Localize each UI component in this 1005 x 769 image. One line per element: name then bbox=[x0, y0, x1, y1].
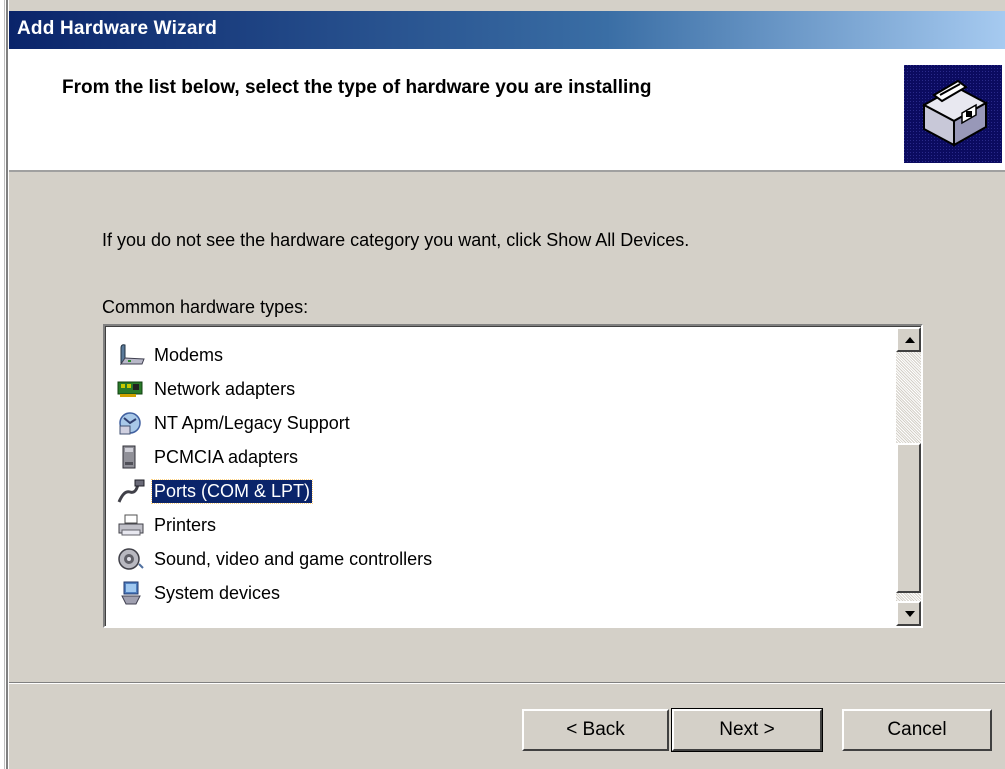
hardware-type-list[interactable]: Modems Network adapters NT Apm/Legacy Su… bbox=[103, 324, 923, 628]
window-left-edge bbox=[0, 0, 9, 769]
list-item-system-devices[interactable]: System devices bbox=[116, 576, 434, 610]
network-adapter-icon bbox=[117, 381, 143, 397]
modem-icon bbox=[120, 344, 145, 366]
arrow-down-icon bbox=[905, 611, 915, 617]
list-item-label: Printers bbox=[154, 514, 217, 535]
system-device-icon bbox=[121, 581, 141, 605]
list-item-label: PCMCIA adapters bbox=[154, 446, 299, 467]
arrow-up-icon bbox=[905, 337, 915, 343]
frame-line bbox=[6, 0, 8, 769]
list-item-sound-video-game[interactable]: Sound, video and game controllers bbox=[116, 542, 434, 576]
list-item-ports-com-lpt[interactable]: Ports (COM & LPT) bbox=[116, 474, 434, 508]
list-inner: Modems Network adapters NT Apm/Legacy Su… bbox=[105, 326, 921, 626]
page-heading: From the list below, select the type of … bbox=[62, 77, 652, 98]
speaker-icon bbox=[118, 548, 144, 570]
list-label: Common hardware types: bbox=[102, 297, 309, 317]
frame-line bbox=[4, 0, 5, 769]
list-item-printers[interactable]: Printers bbox=[116, 508, 434, 542]
list-item-nt-apm-legacy-support[interactable]: NT Apm/Legacy Support bbox=[116, 406, 434, 440]
list-item-label: Modems bbox=[154, 344, 224, 365]
next-button[interactable]: Next > bbox=[671, 708, 823, 752]
list-item-pcmcia-adapters[interactable]: PCMCIA adapters bbox=[116, 440, 434, 474]
pcmcia-icon bbox=[122, 445, 136, 469]
list-item-label: Network adapters bbox=[154, 378, 296, 399]
cancel-button[interactable]: Cancel bbox=[842, 709, 992, 751]
legacy-support-icon bbox=[119, 412, 141, 435]
title-bar[interactable]: Add Hardware Wizard bbox=[9, 11, 1005, 49]
list-items: Modems Network adapters NT Apm/Legacy Su… bbox=[116, 338, 434, 610]
printer-icon bbox=[118, 514, 144, 536]
list-item-label: System devices bbox=[154, 582, 281, 603]
list-item-network-adapters[interactable]: Network adapters bbox=[116, 372, 434, 406]
wizard-header: From the list below, select the type of … bbox=[9, 49, 1005, 172]
scroll-up-button[interactable] bbox=[896, 327, 921, 352]
window-title: Add Hardware Wizard bbox=[17, 18, 217, 39]
hardware-wizard-icon bbox=[904, 65, 1002, 163]
back-button[interactable]: < Back bbox=[522, 709, 669, 751]
vertical-scrollbar[interactable] bbox=[896, 327, 921, 626]
list-item-label: NT Apm/Legacy Support bbox=[154, 412, 350, 433]
scroll-thumb[interactable] bbox=[896, 443, 921, 593]
port-icon bbox=[117, 479, 145, 503]
scroll-down-button[interactable] bbox=[896, 601, 921, 626]
list-item-label: Ports (COM & LPT) bbox=[150, 478, 314, 504]
info-text: If you do not see the hardware category … bbox=[102, 230, 690, 250]
list-item-modems[interactable]: Modems bbox=[116, 338, 434, 372]
footer-divider bbox=[9, 682, 1005, 684]
list-item-label: Sound, video and game controllers bbox=[154, 548, 433, 569]
